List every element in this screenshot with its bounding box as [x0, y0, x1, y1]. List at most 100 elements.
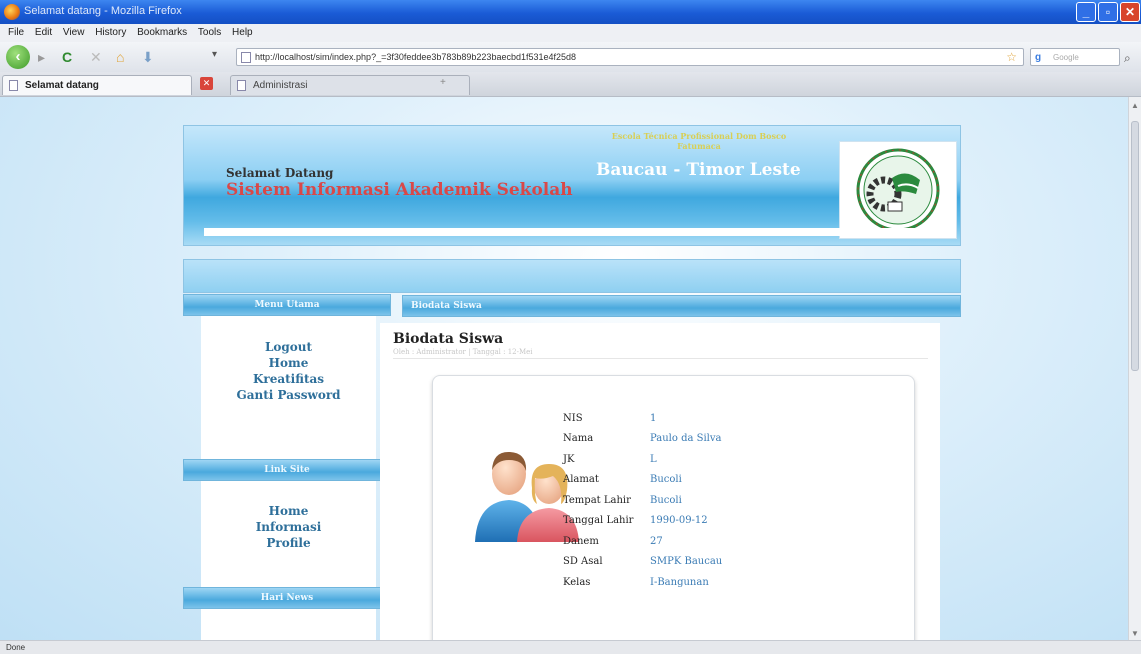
- menu-logout-link[interactable]: Logout: [201, 339, 376, 355]
- table-row: Tanggal Lahir 1990-09-12: [563, 511, 722, 532]
- menu-view[interactable]: View: [63, 27, 85, 38]
- site-header: Selamat Datang Sistem Informasi Akademik…: [183, 125, 961, 246]
- bookmark-star-icon[interactable]: ☆: [1006, 50, 1017, 64]
- scroll-down-icon[interactable]: ▼: [1131, 629, 1139, 638]
- dropdown-icon[interactable]: ▾: [212, 49, 217, 60]
- minimize-button[interactable]: _: [1076, 2, 1096, 22]
- label-danem: Danem: [563, 535, 599, 547]
- maximize-button[interactable]: ▫: [1098, 2, 1118, 22]
- scroll-up-icon[interactable]: ▲: [1131, 101, 1139, 110]
- value-kelas: I-Bangunan: [650, 576, 709, 588]
- home-icon[interactable]: ⌂: [116, 49, 124, 65]
- link-informasi[interactable]: Informasi: [201, 519, 376, 535]
- menu-kreatifitas-link[interactable]: Kreatifitas: [201, 371, 376, 387]
- sidebar-menu-title: Menu Utama: [183, 294, 391, 316]
- back-icon[interactable]: ‹: [6, 45, 30, 69]
- tab-label: Selamat datang: [25, 80, 99, 91]
- school-line-1: Escola Técnica Profissional Dom Bosco: [611, 131, 787, 141]
- page-viewport: Selamat Datang Sistem Informasi Akademik…: [0, 97, 1128, 640]
- label-tempat-lahir: Tempat Lahir: [563, 494, 631, 506]
- status-text: Done: [6, 643, 26, 652]
- navigation-strip: [183, 259, 961, 293]
- firefox-icon: [4, 4, 20, 20]
- search-input[interactable]: g Google: [1030, 48, 1120, 66]
- label-kelas: Kelas: [563, 576, 591, 588]
- search-go-icon[interactable]: ⌕: [1124, 51, 1131, 66]
- post-meta: Oleh : Administrator | Tanggal : 12-Mei: [393, 348, 533, 356]
- link-profile[interactable]: Profile: [201, 535, 376, 551]
- menu-file[interactable]: File: [8, 27, 24, 38]
- label-alamat: Alamat: [563, 474, 599, 486]
- vertical-scrollbar[interactable]: ▲ ▼: [1128, 97, 1141, 640]
- page-title: Biodata Siswa: [393, 331, 504, 347]
- label-nama: Nama: [563, 433, 594, 445]
- menu-help[interactable]: Help: [232, 27, 253, 38]
- title-divider: [393, 358, 928, 359]
- main-content: Biodata Siswa Oleh : Administrator | Tan…: [380, 323, 940, 640]
- main-menu: Logout Home Kreatifitas Ganti Password: [201, 339, 376, 403]
- google-icon[interactable]: g: [1035, 52, 1041, 63]
- label-tanggal-lahir: Tanggal Lahir: [563, 515, 634, 527]
- scrollbar-thumb[interactable]: [1131, 121, 1139, 371]
- link-home[interactable]: Home: [201, 503, 376, 519]
- stop-icon[interactable]: ✕: [90, 49, 102, 66]
- system-name: Sistem Informasi Akademik Sekolah: [226, 180, 573, 200]
- tab-selamat-datang[interactable]: Selamat datang: [2, 75, 192, 95]
- menu-home-link[interactable]: Home: [201, 355, 376, 371]
- menu-history[interactable]: History: [95, 27, 126, 38]
- download-icon[interactable]: ⬇: [142, 49, 154, 66]
- welcome-text: Selamat Datang: [226, 166, 334, 180]
- student-card: NIS 1 Nama Paulo da Silva JK L Alamat Bu…: [432, 375, 915, 640]
- reload-icon[interactable]: C: [62, 49, 72, 65]
- biodata-table: NIS 1 Nama Paulo da Silva JK L Alamat Bu…: [563, 408, 722, 593]
- label-jk: JK: [563, 453, 575, 465]
- menu-edit[interactable]: Edit: [35, 27, 52, 38]
- label-sd-asal: SD Asal: [563, 556, 603, 568]
- status-bar: Done: [0, 640, 1141, 654]
- table-row: Nama Paulo da Silva: [563, 429, 722, 450]
- tab-close-icon[interactable]: ✕: [200, 77, 213, 90]
- school-logo: [839, 141, 957, 239]
- url-text[interactable]: http://localhost/sim/index.php?_=3f30fed…: [255, 52, 576, 62]
- menu-bar: File Edit View History Bookmarks Tools H…: [0, 24, 1141, 42]
- tab-administrasi[interactable]: Administrasi: [230, 75, 470, 95]
- header-divider: [204, 228, 940, 236]
- menu-bookmarks[interactable]: Bookmarks: [137, 27, 187, 38]
- school-location: Baucau - Timor Leste: [596, 160, 801, 180]
- table-row: NIS 1: [563, 408, 722, 429]
- table-row: JK L: [563, 449, 722, 470]
- value-sd-asal: SMPK Baucau: [650, 556, 723, 568]
- window-titlebar: Selamat datang - Mozilla Firefox _ ▫ ✕: [0, 0, 1141, 24]
- menu-tools[interactable]: Tools: [198, 27, 221, 38]
- page-favicon-icon: [241, 52, 251, 63]
- value-danem: 27: [650, 535, 663, 547]
- value-nis: 1: [650, 412, 657, 424]
- value-tanggal-lahir: 1990-09-12: [650, 515, 708, 527]
- table-row: Tempat Lahir Bucoli: [563, 490, 722, 511]
- sidebar-links-title: Link Site: [183, 459, 391, 481]
- url-bar[interactable]: http://localhost/sim/index.php?_=3f30fed…: [236, 48, 1024, 66]
- label-nis: NIS: [563, 412, 583, 424]
- menu-ganti-password-link[interactable]: Ganti Password: [201, 387, 376, 403]
- close-window-button[interactable]: ✕: [1120, 2, 1140, 22]
- school-line-2: Fatumaca: [677, 141, 721, 151]
- tab-bar: Selamat datang ✕ Administrasi +: [0, 72, 1141, 97]
- logo-emblem-icon: [856, 148, 940, 232]
- new-tab-icon[interactable]: +: [440, 77, 446, 88]
- navigation-toolbar: ‹ ▸ C ✕ ⌂ ⬇ ▾ http://localhost/sim/index…: [0, 42, 1141, 73]
- value-tempat-lahir: Bucoli: [650, 494, 682, 506]
- tab-label: Administrasi: [253, 80, 308, 91]
- table-row: Kelas I-Bangunan: [563, 572, 722, 593]
- forward-icon[interactable]: ▸: [38, 49, 45, 66]
- content-section-title: Biodata Siswa: [402, 295, 961, 317]
- table-row: SD Asal SMPK Baucau: [563, 552, 722, 573]
- school-name: Escola Técnica Profissional Dom Bosco Fa…: [584, 131, 814, 151]
- link-site-menu: Home Informasi Profile: [201, 503, 376, 551]
- window-title: Selamat datang - Mozilla Firefox: [24, 5, 182, 17]
- tab-favicon-icon: [9, 80, 18, 91]
- tab-favicon-icon: [237, 80, 246, 91]
- value-alamat: Bucoli: [650, 474, 682, 486]
- table-row: Danem 27: [563, 531, 722, 552]
- search-placeholder: Google: [1053, 53, 1079, 62]
- table-row: Alamat Bucoli: [563, 470, 722, 491]
